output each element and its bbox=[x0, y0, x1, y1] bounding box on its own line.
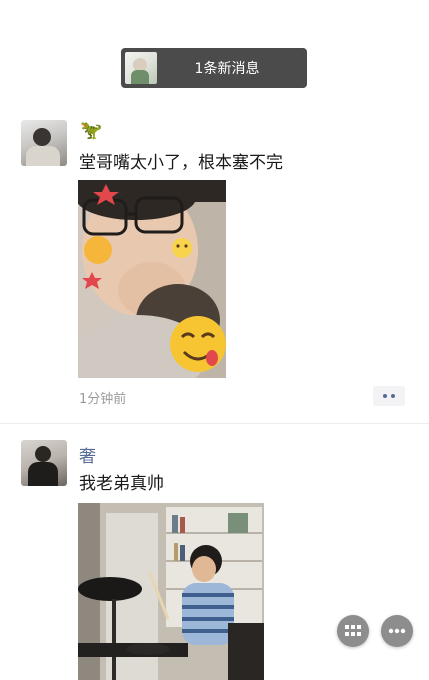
notification-text: 1条新消息 bbox=[194, 61, 260, 77]
post-photo[interactable] bbox=[78, 180, 226, 378]
post-text: 堂哥嘴太小了，根本塞不完 bbox=[79, 153, 283, 173]
new-message-notification[interactable]: 1条新消息 bbox=[121, 48, 307, 88]
avatar[interactable] bbox=[21, 120, 67, 166]
ellipsis-icon[interactable] bbox=[381, 615, 413, 647]
avatar[interactable] bbox=[21, 440, 67, 486]
post-text: 我老弟真帅 bbox=[79, 474, 164, 494]
post-photo[interactable] bbox=[78, 503, 264, 680]
author-name[interactable]: 🦖 bbox=[80, 121, 102, 141]
divider bbox=[0, 423, 429, 424]
more-dots-icon[interactable] bbox=[373, 386, 405, 406]
post-timestamp: 1分钟前 bbox=[79, 392, 127, 407]
grid-icon[interactable] bbox=[337, 615, 369, 647]
notification-avatar bbox=[125, 52, 157, 84]
author-name[interactable]: 奢 bbox=[79, 442, 96, 467]
